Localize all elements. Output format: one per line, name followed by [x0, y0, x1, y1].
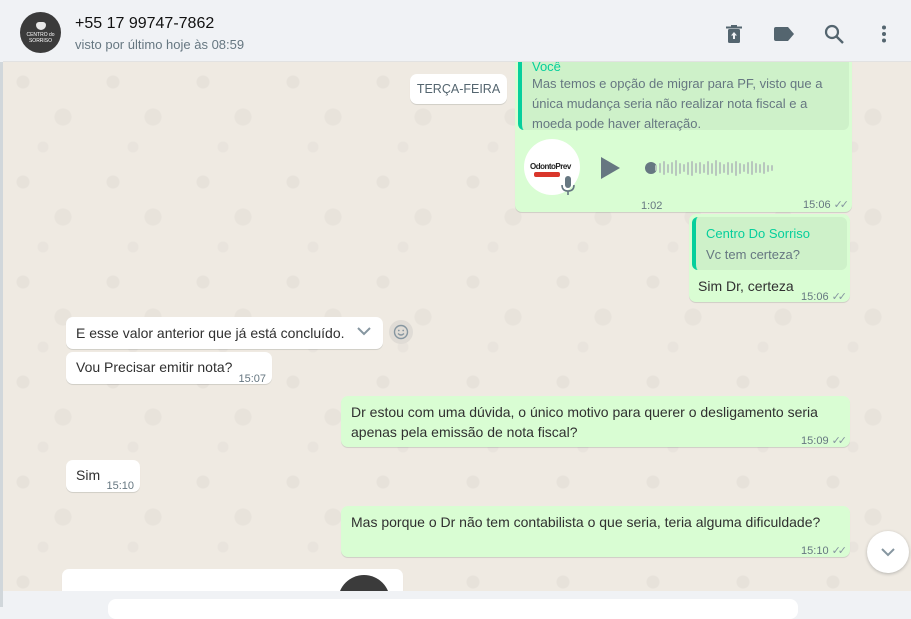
waveform-bar — [707, 161, 709, 175]
avatar[interactable]: CENTRO do SORRISO — [20, 12, 61, 53]
waveform-bar — [755, 163, 757, 173]
message-time: 15:07 — [238, 373, 266, 385]
quote-text: Vc tem certeza? — [706, 247, 800, 262]
message-text: Mas porque o Dr não tem contabilista o q… — [351, 514, 821, 530]
read-receipt-icon: ✓✓ — [831, 435, 848, 447]
waveform-bar — [767, 164, 769, 172]
composer-footer — [3, 591, 911, 619]
reply-message-bubble[interactable]: Centro Do Sorriso Vc tem certeza? Sim Dr… — [689, 214, 850, 303]
incoming-message-bubble[interactable]: Sim 15:10 — [66, 460, 140, 492]
reaction-emoji-icon[interactable] — [389, 320, 413, 344]
date-divider: TERÇA-FEIRA — [410, 74, 507, 104]
tooth-logo-icon — [35, 21, 46, 30]
waveform-bar — [763, 162, 765, 174]
microphone-icon — [561, 176, 575, 201]
outgoing-message-bubble[interactable]: Dr estou com uma dúvida, o único motivo … — [341, 396, 850, 447]
waveform-bar — [667, 163, 669, 173]
contact-name[interactable]: +55 17 99747-7862 — [75, 15, 214, 33]
waveform-bar — [751, 161, 753, 175]
incoming-message-bubble[interactable]: E esse valor anterior que já está conclu… — [66, 317, 383, 349]
last-seen-status: visto por último hoje às 08:59 — [75, 37, 245, 52]
waveform-bar — [735, 160, 737, 176]
message-input[interactable] — [108, 599, 798, 619]
message-text: E esse valor anterior que já está conclu… — [76, 325, 345, 341]
waveform-bar — [739, 162, 741, 174]
message-time: 15:10 — [106, 480, 134, 492]
message-text: Sim — [76, 467, 101, 483]
waveform-bar — [683, 164, 685, 172]
waveform-bar — [671, 162, 673, 174]
avatar-text-bottom: SORRISO — [28, 37, 53, 44]
waveform-bar — [695, 163, 697, 173]
read-receipt-icon: ✓✓ — [833, 199, 850, 211]
read-receipt-icon: ✓✓ — [831, 545, 848, 557]
outgoing-message-bubble[interactable]: Mas porque o Dr não tem contabilista o q… — [341, 506, 850, 557]
quote-line: moeda pode haver alteração. — [532, 116, 702, 131]
search-icon[interactable] — [822, 22, 846, 46]
message-text: Sim Dr, certeza — [698, 278, 794, 294]
label-icon[interactable] — [772, 22, 796, 46]
waveform-bar — [719, 162, 721, 174]
quote-line: única mudança seria não realizar nota fi… — [532, 96, 808, 111]
chat-area[interactable]: TERÇA-FEIRA Você Mas temos e opção de mi… — [3, 62, 911, 591]
waveform-bar — [679, 162, 681, 174]
waveform-bar — [727, 161, 729, 175]
audio-waveform[interactable] — [655, 158, 773, 178]
waveform-bar — [663, 161, 665, 175]
quoted-message[interactable]: Centro Do Sorriso Vc tem certeza? — [692, 217, 847, 270]
incoming-message-bubble-partial[interactable] — [62, 569, 403, 591]
waveform-bar — [743, 164, 745, 172]
sender-avatar — [338, 575, 390, 591]
message-time: 15:06 ✓✓ — [803, 199, 850, 211]
waveform-bar — [703, 163, 705, 173]
waveform-bar — [687, 161, 689, 175]
waveform-bar — [711, 162, 713, 174]
chat-header: CENTRO do SORRISO +55 17 99747-7862 vist… — [3, 3, 911, 62]
waveform-bar — [659, 163, 661, 173]
quote-author: Centro Do Sorriso — [706, 226, 811, 241]
quoted-message[interactable]: Você Mas temos e opção de migrar para PF… — [518, 62, 849, 131]
scroll-down-button[interactable] — [867, 531, 909, 573]
audio-duration: 1:02 — [641, 200, 663, 212]
read-receipt-icon: ✓✓ — [831, 291, 848, 303]
brand-bar-icon — [534, 172, 560, 177]
play-button[interactable] — [599, 156, 621, 185]
incoming-message-bubble[interactable]: Vou Precisar emitir nota? 15:07 — [66, 352, 272, 385]
waveform-bar — [691, 160, 693, 176]
waveform-bar — [723, 163, 725, 173]
chevron-down-icon[interactable] — [356, 323, 372, 344]
message-text-line: apenas pela emissão de nota fiscal? — [351, 424, 578, 440]
waveform-bar — [771, 165, 773, 171]
message-time: 15:09 ✓✓ — [801, 435, 848, 447]
waveform-bar — [731, 163, 733, 173]
waveform-bar — [759, 163, 761, 173]
waveform-bar — [699, 162, 701, 174]
message-text-line: Dr estou com uma dúvida, o único motivo … — [351, 404, 818, 420]
waveform-bar — [715, 160, 717, 176]
message-text: Vou Precisar emitir nota? — [76, 359, 233, 375]
delete-icon[interactable] — [722, 22, 746, 46]
waveform-bar — [655, 165, 657, 171]
message-time: 15:06 ✓✓ — [801, 291, 848, 303]
voice-message-bubble[interactable]: Você Mas temos e opção de migrar para PF… — [515, 62, 852, 212]
quote-line: Mas temos e opção de migrar para PF, vis… — [532, 76, 823, 91]
waveform-bar — [747, 162, 749, 174]
message-time: 15:10 ✓✓ — [801, 545, 848, 557]
menu-icon[interactable] — [872, 22, 896, 46]
waveform-bar — [675, 160, 677, 176]
